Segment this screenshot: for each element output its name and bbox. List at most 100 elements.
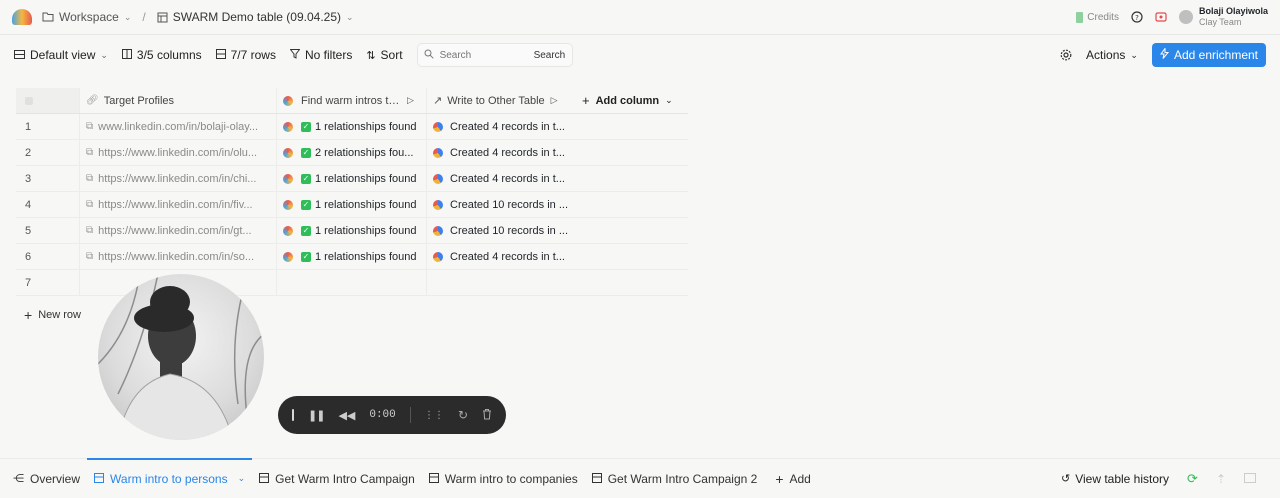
run-column-icon[interactable]: ▷ <box>551 95 558 106</box>
write-to-table-cell[interactable]: Created 10 records in ... <box>427 192 576 217</box>
chevron-down-icon[interactable]: ⌄ <box>238 473 246 484</box>
help-icon[interactable]: ? <box>1131 11 1143 23</box>
tab-overview[interactable]: ⋲ Overview <box>6 459 87 498</box>
write-status-icon <box>433 173 443 184</box>
write-to-table-cell[interactable]: Created 4 records in t... <box>427 114 576 139</box>
tab-warm-intro-to-persons[interactable]: Warm intro to persons ⌄ <box>87 457 253 498</box>
external-link-icon[interactable]: ⧉ <box>86 251 93 262</box>
write-to-table-cell[interactable]: Created 4 records in t... <box>427 140 576 165</box>
target-profile-cell[interactable]: ⧉ www.linkedin.com/in/bolaji-olay... <box>80 114 277 139</box>
workspace-link[interactable]: Workspace <box>59 10 119 24</box>
target-profile-cell[interactable]: ⧉ https://www.linkedin.com/in/fiv... <box>80 192 277 217</box>
target-profile-cell[interactable]: ⧉ https://www.linkedin.com/in/olu... <box>80 140 277 165</box>
table-row[interactable]: 4 ⧉ https://www.linkedin.com/in/fiv... ✓ 1 r… <box>16 192 688 218</box>
view-selector[interactable]: Default view ⌄ <box>14 48 108 62</box>
filter-button[interactable]: No filters <box>289 48 352 62</box>
add-tab-label: Add <box>789 471 811 486</box>
find-warm-intros-cell[interactable]: ✓ 1 relationships found <box>277 244 427 269</box>
tab-warm-intro-to-companies[interactable]: Warm intro to companies <box>422 459 585 498</box>
rows-button[interactable]: 7/7 rows <box>215 48 276 62</box>
tab-get-warm-intro-campaign[interactable]: Get Warm Intro Campaign <box>252 459 422 498</box>
external-link-icon[interactable]: ⧉ <box>86 121 93 132</box>
write-to-table-cell[interactable] <box>427 270 576 295</box>
table-icon <box>428 472 439 486</box>
column-header-target-profiles[interactable]: 🔗︎ Target Profiles <box>80 88 277 113</box>
row-number[interactable]: 6 <box>16 244 80 269</box>
find-warm-intros-cell[interactable]: ✓ 1 relationships found <box>277 192 427 217</box>
search-input[interactable] <box>439 49 524 61</box>
refresh-icon[interactable]: ⟳ <box>1187 471 1198 487</box>
table-row[interactable]: 2 ⧉ https://www.linkedin.com/in/olu... ✓ 2 r… <box>16 140 688 166</box>
tab-get-warm-intro-campaign-2[interactable]: Get Warm Intro Campaign 2 <box>585 459 765 498</box>
add-enrichment-button[interactable]: Add enrichment <box>1151 43 1266 67</box>
lightning-icon <box>1159 46 1170 62</box>
find-warm-intros-cell[interactable]: ✓ 2 relationships fou... <box>277 140 427 165</box>
webcam-overlay[interactable] <box>98 274 264 440</box>
row-number[interactable]: 5 <box>16 218 80 243</box>
external-link-icon[interactable]: ⧉ <box>86 225 93 236</box>
settings-icon[interactable] <box>1060 49 1072 61</box>
panel-icon[interactable] <box>1244 472 1256 486</box>
chevron-down-icon: ⌄ <box>100 49 108 60</box>
target-profile-cell[interactable]: ⧉ https://www.linkedin.com/in/so... <box>80 244 277 269</box>
column-header-find-warm-intros[interactable]: Find warm intros to p ▷ <box>277 88 427 113</box>
upload-icon[interactable]: ⇡ <box>1216 472 1226 486</box>
select-all-checkbox[interactable] <box>25 96 33 105</box>
grid-icon[interactable]: ⋮⋮ <box>424 410 444 421</box>
list-icon <box>14 48 25 62</box>
credits-label: Credits <box>1087 11 1119 23</box>
actions-menu[interactable]: Actions ⌄ <box>1086 48 1138 62</box>
row-number[interactable]: 7 <box>16 270 80 295</box>
table-row[interactable]: 7 <box>16 270 688 296</box>
write-result: Created 4 records in t... <box>450 172 565 185</box>
find-warm-intros-cell[interactable] <box>277 270 427 295</box>
row-number[interactable]: 1 <box>16 114 80 139</box>
stop-recording-button[interactable] <box>292 409 294 421</box>
write-to-table-cell[interactable]: Created 10 records in ... <box>427 218 576 243</box>
write-to-table-cell[interactable]: Created 4 records in t... <box>427 166 576 191</box>
find-warm-intros-cell[interactable]: ✓ 1 relationships found <box>277 218 427 243</box>
external-link-icon[interactable]: ⧉ <box>86 173 93 184</box>
target-profile-cell[interactable]: ⧉ https://www.linkedin.com/in/chi... <box>80 166 277 191</box>
row-number[interactable]: 3 <box>16 166 80 191</box>
row-number[interactable]: 4 <box>16 192 80 217</box>
find-warm-intros-cell[interactable]: ✓ 1 relationships found <box>277 114 427 139</box>
table-icon <box>259 472 270 486</box>
add-tab-button[interactable]: + Add <box>768 459 818 498</box>
table-name[interactable]: SWARM Demo table (09.04.25) <box>173 10 341 24</box>
notification-icon[interactable] <box>1155 12 1167 22</box>
find-warm-intros-cell[interactable]: ✓ 1 relationships found <box>277 166 427 191</box>
external-link-icon[interactable]: ⧉ <box>86 199 93 210</box>
search-button[interactable]: Search <box>530 47 570 64</box>
row-number[interactable]: 2 <box>16 140 80 165</box>
table-row[interactable]: 5 ⧉ https://www.linkedin.com/in/gt... ✓ 1 re… <box>16 218 688 244</box>
select-all-cell[interactable] <box>16 88 80 113</box>
table-tabs-bar: ⋲ Overview Warm intro to persons ⌄ Get Warm … <box>0 457 1280 498</box>
rewind-icon[interactable]: ◀◀ <box>338 409 355 422</box>
check-icon: ✓ <box>301 173 311 184</box>
screen-recorder-controls: ❚❚ ◀◀ 0:00 ⋮⋮ ↻ <box>278 396 506 434</box>
clay-logo[interactable] <box>12 9 32 25</box>
chevron-down-icon[interactable]: ⌄ <box>346 12 354 23</box>
credits-indicator[interactable]: Credits <box>1076 11 1119 23</box>
columns-button[interactable]: 3/5 columns <box>121 48 202 62</box>
view-table-history-button[interactable]: ↺ View table history <box>1061 472 1169 486</box>
run-column-icon[interactable]: ▷ <box>407 95 414 106</box>
add-column-button[interactable]: + Add column ⌄ <box>576 88 688 113</box>
restart-icon[interactable]: ↻ <box>458 408 468 422</box>
column-header-write-to-other-table[interactable]: ↗ Write to Other Table ▷ <box>427 88 576 113</box>
table-row[interactable]: 1 ⧉ www.linkedin.com/in/bolaji-olay... ✓ 1 r… <box>16 114 688 140</box>
trash-icon[interactable] <box>482 408 492 423</box>
tab-label: Get Warm Intro Campaign 2 <box>607 471 758 486</box>
chevron-down-icon[interactable]: ⌄ <box>124 12 132 23</box>
check-icon: ✓ <box>301 251 311 262</box>
sort-button[interactable]: ⇅ Sort <box>366 48 402 62</box>
target-profile-cell[interactable]: ⧉ https://www.linkedin.com/in/gt... <box>80 218 277 243</box>
new-row-button[interactable]: + New row <box>24 307 81 323</box>
table-row[interactable]: 3 ⧉ https://www.linkedin.com/in/chi... ✓ 1 r… <box>16 166 688 192</box>
table-row[interactable]: 6 ⧉ https://www.linkedin.com/in/so... ✓ 1 re… <box>16 244 688 270</box>
external-link-icon[interactable]: ⧉ <box>86 147 93 158</box>
pause-icon[interactable]: ❚❚ <box>308 409 325 422</box>
write-to-table-cell[interactable]: Created 4 records in t... <box>427 244 576 269</box>
user-menu[interactable]: Bolaji Olayiwola Clay Team <box>1178 6 1268 28</box>
